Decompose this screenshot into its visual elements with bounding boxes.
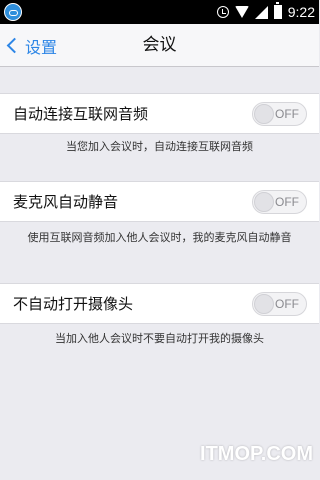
battery-icon — [273, 2, 282, 19]
app-icon — [4, 3, 22, 21]
alarm-icon — [216, 6, 229, 18]
no-auto-camera-toggle[interactable]: OFF — [252, 292, 307, 316]
setting-mic-auto-mute: 麦克风自动静音 OFF — [0, 181, 319, 222]
toggle-knob — [254, 192, 274, 212]
setting-label: 不自动打开摄像头 — [13, 295, 134, 313]
toggle-state: OFF — [275, 195, 299, 209]
auto-connect-audio-toggle[interactable]: OFF — [252, 102, 307, 126]
setting-auto-connect-audio: 自动连接互联网音频 OFF — [0, 93, 319, 134]
setting-hint: 当您加入会议时，自动连接互联网音频 — [66, 140, 253, 153]
toggle-state: OFF — [275, 297, 299, 311]
back-button[interactable]: 设置 — [6, 24, 57, 67]
chevron-left-icon — [6, 37, 23, 54]
toggle-state: OFF — [275, 107, 299, 121]
navigation-bar: 会议 设置 — [0, 24, 319, 67]
toggle-knob — [254, 294, 274, 314]
setting-label: 麦克风自动静音 — [13, 193, 119, 211]
setting-hint: 使用互联网音频加入他人会议时，我的麦克风自动静音 — [27, 231, 292, 244]
setting-hint: 当加入他人会议时不要自动打开我的摄像头 — [55, 332, 264, 345]
toggle-knob — [254, 104, 274, 124]
status-icons: 9:22 — [216, 0, 315, 24]
status-bar: 9:22 — [0, 0, 319, 24]
mic-auto-mute-toggle[interactable]: OFF — [252, 190, 307, 214]
watermark: ITMOP.COM — [200, 443, 313, 465]
wifi-icon — [234, 6, 249, 18]
setting-label: 自动连接互联网音频 — [13, 105, 149, 123]
signal-icon — [254, 5, 268, 19]
back-label: 设置 — [25, 37, 58, 57]
status-time: 9:22 — [287, 4, 315, 20]
setting-no-auto-camera: 不自动打开摄像头 OFF — [0, 283, 319, 324]
